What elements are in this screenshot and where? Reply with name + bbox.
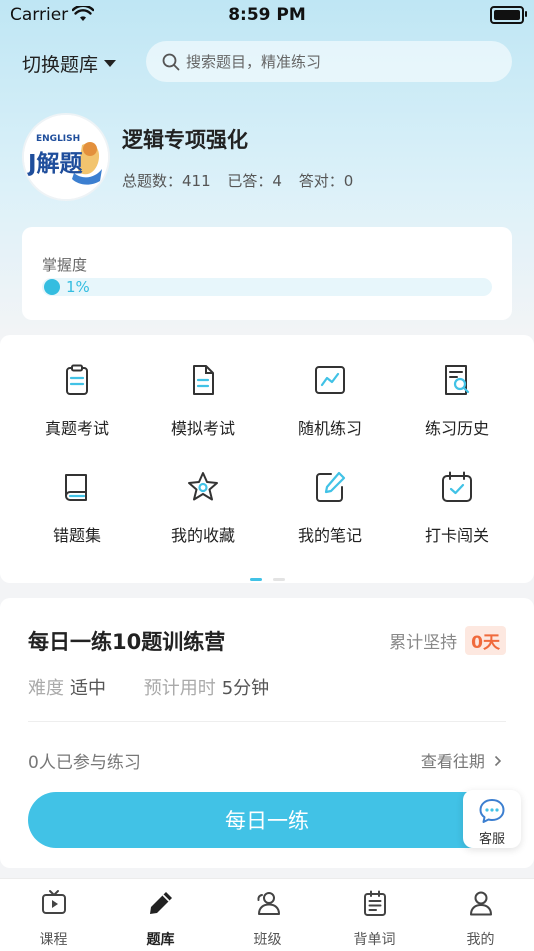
grid-item-random-practice[interactable]: 随机练习 [263,363,397,439]
pencil-icon [149,892,172,914]
bank-stats: 总题数：411 已答：4 答对：0 [122,170,365,191]
grid-label: 我的笔记 [297,526,362,545]
daily-practice-button[interactable]: 每日一练 [28,792,506,848]
mastery-percent: 1% [66,278,90,296]
search-input[interactable]: 搜索题目，精准练习 [146,41,512,82]
grid-label: 真题考试 [44,419,109,438]
daily-meta: 难度 适中 预计用时 5分钟 [28,674,301,700]
mastery-card: 掌握度 1% [22,227,512,320]
bank-title: 逻辑专项强化 [122,128,248,152]
tab-label: 班级 [253,932,282,948]
difficulty-label: 难度 [28,678,64,699]
tab-label: 题库 [146,932,175,948]
tab-label: 我的 [466,932,495,948]
grid-item-favorites[interactable]: 我的收藏 [136,470,270,546]
tab-label: 背单词 [353,932,396,948]
grid-label: 随机练习 [297,419,362,438]
grid-item-practice-history[interactable]: 练习历史 [390,363,524,439]
svg-text:ENGLISH: ENGLISH [36,134,80,144]
difficulty-value: 适中 [70,678,106,699]
page-dot [273,578,286,581]
switch-bank-button[interactable]: 切换题库 [22,50,117,77]
tab-mine[interactable]: 我的 [427,889,534,949]
note-edit-icon [316,471,346,502]
mastery-label: 掌握度 [42,256,88,274]
grid-item-checkin[interactable]: 打卡闯关 [390,470,524,546]
mastery-progress-indicator [44,279,60,295]
history-search-icon [445,365,470,395]
correct-count: 答对：0 [298,172,354,190]
switch-bank-label: 切换题库 [22,54,99,76]
daily-title: 每日一练10题训练营 [28,630,226,654]
page-dot-active [250,578,262,581]
tab-courses[interactable]: 课程 [0,889,107,949]
grid-label: 打卡闯关 [424,526,489,545]
clipboard-icon [66,364,88,395]
person-icon [469,891,492,916]
daily-practice-card: 每日一练10题训练营 累计坚持 0天 难度 适中 预计用时 5分钟 0人已参与练习 … [0,598,534,868]
chat-bubble-icon [479,799,505,823]
bank-logo: ENGLISH J解题 [22,113,110,201]
star-icon [188,472,218,501]
feature-grid: 真题考试 模拟考试 随机练习 练习历史 错题集 我的收藏 我的笔记 打卡闯关 [0,335,534,583]
battery-icon [490,6,527,24]
grid-item-wrong-questions[interactable]: 错题集 [10,470,144,546]
calendar-check-icon [442,471,472,502]
svg-text:J解题: J解题 [26,150,83,177]
divider [28,721,506,722]
book-icon [65,474,87,501]
history-link-label: 查看往期 [420,752,485,771]
grid-item-real-exam[interactable]: 真题考试 [10,363,144,439]
time-label: 预计用时 [143,678,216,699]
grid-item-mock-exam[interactable]: 模拟考试 [136,363,270,439]
total-questions: 总题数：411 [122,172,211,190]
grid-item-notes[interactable]: 我的笔记 [263,470,397,546]
customer-service-button[interactable]: 客服 [463,790,521,848]
grid-label: 练习历史 [424,419,489,438]
group-icon [256,892,280,915]
mastery-progress-bar: 1% [42,278,492,296]
view-history-link[interactable]: 查看往期 [421,748,502,772]
page-indicator [250,566,291,585]
search-icon [162,53,180,70]
grid-label: 错题集 [52,526,101,545]
participants-count: 0人已参与练习 [28,753,141,773]
chevron-right-icon [494,755,502,767]
time-value: 5分钟 [221,678,270,699]
grid-label: 模拟考试 [170,419,235,438]
tab-vocabulary[interactable]: 背单词 [321,889,428,949]
tab-bar: 课程 题库 班级 背单词 我的 [0,878,534,951]
tab-class[interactable]: 班级 [214,889,321,949]
streak-counter: 累计坚持 0天 [389,626,506,655]
clock: 8:59 PM [228,5,306,25]
chart-icon [315,366,345,394]
grid-label: 我的收藏 [170,526,235,545]
streak-badge: 0天 [465,626,506,655]
tv-play-icon [41,890,66,914]
status-bar: Carrier 8:59 PM [0,0,534,30]
service-label: 客服 [478,832,505,847]
vocab-list-icon [363,890,386,916]
search-placeholder: 搜索题目，精准练习 [186,53,322,71]
document-icon [193,365,214,395]
streak-label: 累计坚持 [389,633,458,653]
caret-down-icon [104,60,117,67]
answered-count: 已答：4 [227,172,282,190]
tab-question-bank[interactable]: 题库 [107,889,214,949]
logo-image: ENGLISH J解题 [24,115,108,199]
tab-label: 课程 [39,932,68,948]
